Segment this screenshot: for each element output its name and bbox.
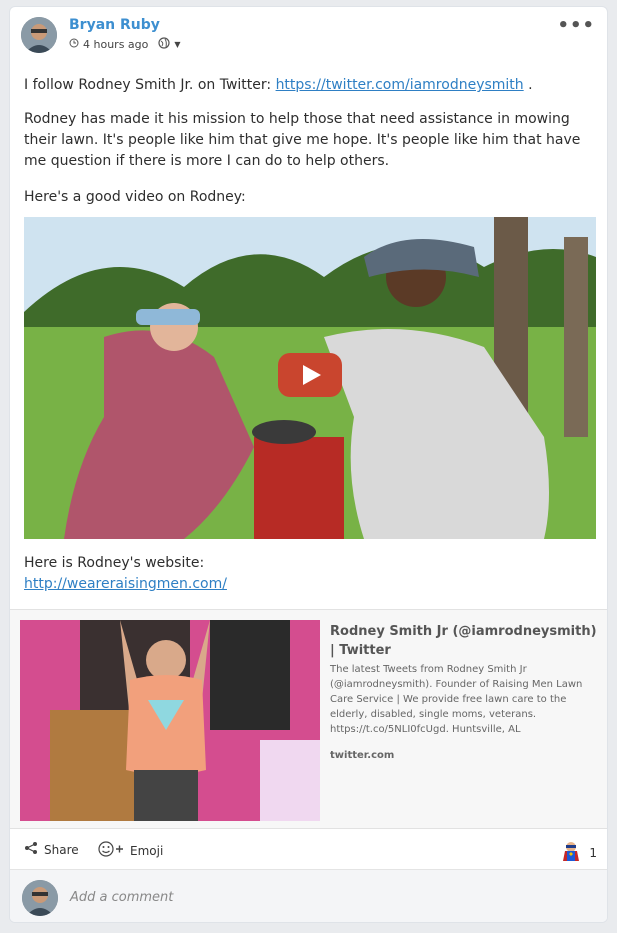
website-link[interactable]: http://weareraisingmen.com/ — [24, 576, 227, 592]
superhero-icon — [559, 839, 583, 866]
emoji-label: Emoji — [130, 843, 164, 858]
share-label: Share — [44, 842, 79, 857]
paragraph-text: . — [523, 77, 533, 93]
post-meta: 4 hours ago ▼ — [69, 37, 181, 52]
globe-icon[interactable] — [158, 37, 170, 52]
chevron-down-icon[interactable]: ▼ — [174, 40, 180, 49]
reaction-summary[interactable]: 1 — [559, 839, 597, 866]
share-button[interactable]: Share — [24, 841, 79, 858]
paragraph-text: Here is Rodney's website: — [24, 555, 205, 571]
play-icon[interactable] — [278, 353, 342, 397]
emoji-button[interactable]: Emoji — [98, 841, 163, 860]
video-embed[interactable] — [24, 217, 596, 539]
author-avatar[interactable] — [21, 17, 57, 53]
share-icon — [24, 841, 38, 858]
post-actions: Share Emoji 1 — [10, 829, 607, 869]
comment-bar: Add a comment — [10, 869, 607, 922]
post-header: Bryan Ruby 4 hours ago ▼ ••• — [10, 7, 607, 63]
post-card: Bryan Ruby 4 hours ago ▼ ••• I follow Ro… — [9, 6, 608, 923]
emoji-icon — [98, 841, 124, 860]
post-time[interactable]: 4 hours ago — [83, 38, 148, 51]
link-preview-domain: twitter.com — [330, 750, 395, 761]
post-paragraph-2: Rodney has made it his mission to help t… — [24, 111, 581, 169]
link-preview-description: The latest Tweets from Rodney Smith Jr (… — [330, 664, 583, 735]
current-user-avatar — [22, 880, 58, 916]
post-paragraph-3: Here's a good video on Rodney: — [24, 189, 246, 205]
clock-icon — [69, 38, 79, 51]
paragraph-text: I follow Rodney Smith Jr. on Twitter: — [24, 77, 276, 93]
reaction-count: 1 — [589, 845, 597, 860]
author-name[interactable]: Bryan Ruby — [69, 17, 160, 33]
twitter-link[interactable]: https://twitter.com/iamrodneysmith — [276, 77, 524, 93]
link-preview-image — [20, 620, 320, 821]
link-preview[interactable]: Rodney Smith Jr (@iamrodneysmith) | Twit… — [10, 609, 607, 829]
post-paragraph-1: I follow Rodney Smith Jr. on Twitter: ht… — [24, 75, 533, 96]
link-preview-title[interactable]: Rodney Smith Jr (@iamrodneysmith) | Twit… — [330, 622, 598, 660]
post-paragraph-4: Here is Rodney's website: http://wearera… — [24, 553, 227, 595]
comment-input[interactable]: Add a comment — [70, 890, 173, 905]
more-icon[interactable]: ••• — [557, 15, 595, 36]
